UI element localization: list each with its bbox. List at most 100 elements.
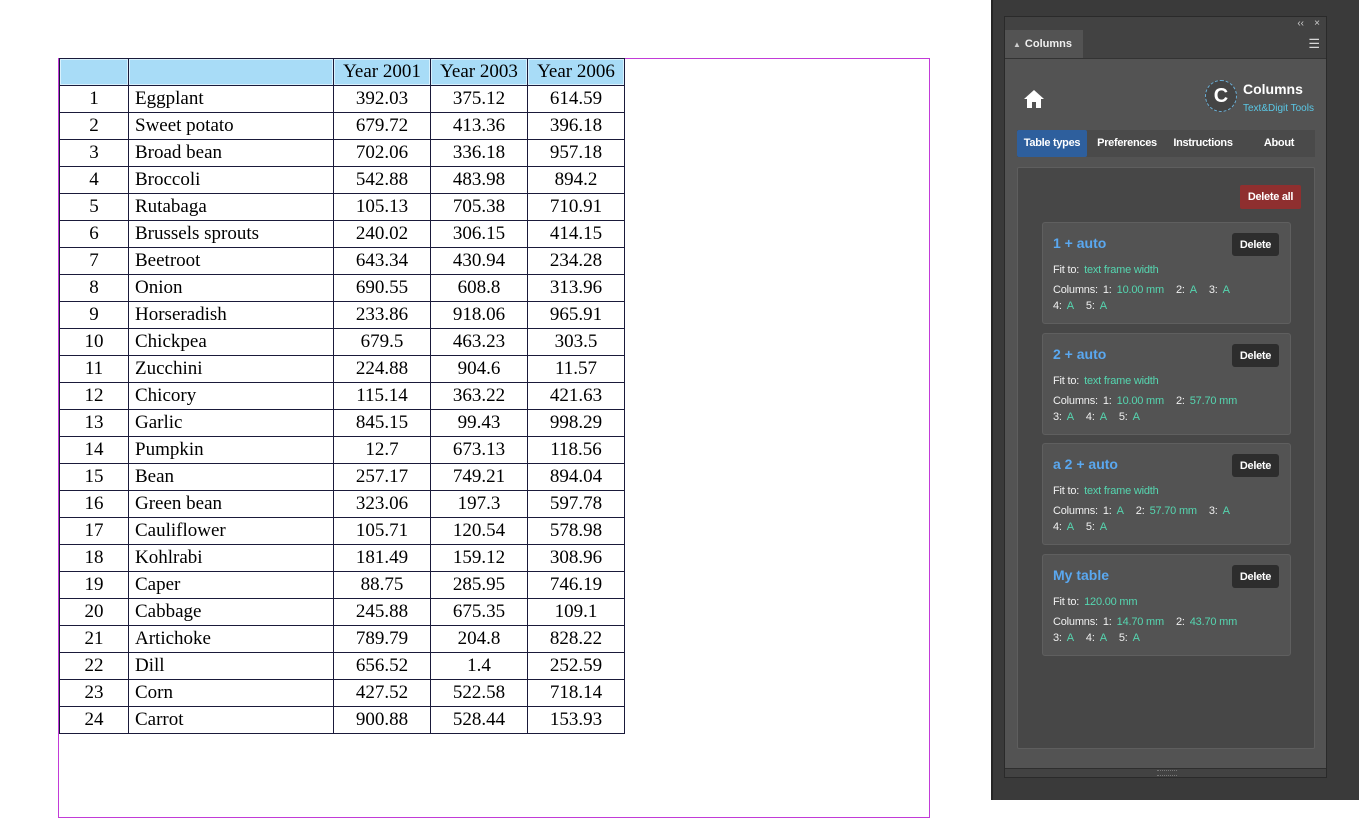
year-2001-cell[interactable]: 690.55: [333, 274, 431, 302]
year-2006-cell[interactable]: 597.78: [527, 490, 625, 518]
row-number-cell[interactable]: 12: [59, 382, 129, 410]
header-cell-year-2001[interactable]: Year 2001: [333, 58, 431, 86]
row-number-cell[interactable]: 15: [59, 463, 129, 491]
row-number-cell[interactable]: 19: [59, 571, 129, 599]
delete-button[interactable]: Delete: [1232, 344, 1279, 367]
delete-button[interactable]: Delete: [1232, 233, 1279, 256]
delete-button[interactable]: Delete: [1232, 454, 1279, 477]
year-2003-cell[interactable]: 528.44: [430, 706, 528, 734]
row-number-cell[interactable]: 18: [59, 544, 129, 572]
panel-resize-grip[interactable]: [1005, 768, 1326, 777]
vegetable-name-cell[interactable]: Broccoli: [128, 166, 334, 194]
year-2001-cell[interactable]: 789.79: [333, 625, 431, 653]
panel-menu-icon[interactable]: ☰: [1308, 37, 1320, 50]
year-2006-cell[interactable]: 957.18: [527, 139, 625, 167]
table-type-title[interactable]: 1 + auto: [1053, 235, 1106, 251]
home-icon[interactable]: [1023, 89, 1045, 109]
vegetable-name-cell[interactable]: Eggplant: [128, 85, 334, 113]
year-2001-cell[interactable]: 702.06: [333, 139, 431, 167]
tab-instructions[interactable]: Instructions: [1167, 130, 1239, 157]
vegetable-name-cell[interactable]: Garlic: [128, 409, 334, 437]
year-2003-cell[interactable]: 375.12: [430, 85, 528, 113]
year-2006-cell[interactable]: 828.22: [527, 625, 625, 653]
year-2003-cell[interactable]: 197.3: [430, 490, 528, 518]
year-2001-cell[interactable]: 105.13: [333, 193, 431, 221]
vegetable-name-cell[interactable]: Cauliflower: [128, 517, 334, 545]
year-2006-cell[interactable]: 965.91: [527, 301, 625, 329]
year-2006-cell[interactable]: 153.93: [527, 706, 625, 734]
header-cell-year-2003[interactable]: Year 2003: [430, 58, 528, 86]
data-table[interactable]: Year 2001 Year 2003 Year 2006 1 Eggplant 3…: [59, 58, 625, 734]
tab-preferences[interactable]: Preferences: [1089, 130, 1165, 157]
vegetable-name-cell[interactable]: Bean: [128, 463, 334, 491]
year-2006-cell[interactable]: 894.2: [527, 166, 625, 194]
year-2006-cell[interactable]: 746.19: [527, 571, 625, 599]
header-cell[interactable]: [59, 58, 129, 86]
vegetable-name-cell[interactable]: Zucchini: [128, 355, 334, 383]
year-2001-cell[interactable]: 679.5: [333, 328, 431, 356]
vegetable-name-cell[interactable]: Corn: [128, 679, 334, 707]
year-2003-cell[interactable]: 673.13: [430, 436, 528, 464]
row-number-cell[interactable]: 1: [59, 85, 129, 113]
year-2003-cell[interactable]: 204.8: [430, 625, 528, 653]
row-number-cell[interactable]: 8: [59, 274, 129, 302]
row-number-cell[interactable]: 24: [59, 706, 129, 734]
vegetable-name-cell[interactable]: Green bean: [128, 490, 334, 518]
panel-tab-columns[interactable]: ▲︎ Columns: [1005, 30, 1083, 58]
year-2001-cell[interactable]: 643.34: [333, 247, 431, 275]
year-2003-cell[interactable]: 749.21: [430, 463, 528, 491]
year-2001-cell[interactable]: 427.52: [333, 679, 431, 707]
table-type-title[interactable]: 2 + auto: [1053, 346, 1106, 362]
year-2003-cell[interactable]: 522.58: [430, 679, 528, 707]
year-2003-cell[interactable]: 675.35: [430, 598, 528, 626]
year-2006-cell[interactable]: 710.91: [527, 193, 625, 221]
year-2001-cell[interactable]: 900.88: [333, 706, 431, 734]
year-2003-cell[interactable]: 336.18: [430, 139, 528, 167]
year-2003-cell[interactable]: 1.4: [430, 652, 528, 680]
header-cell-year-2006[interactable]: Year 2006: [527, 58, 625, 86]
year-2001-cell[interactable]: 392.03: [333, 85, 431, 113]
year-2001-cell[interactable]: 679.72: [333, 112, 431, 140]
row-number-cell[interactable]: 22: [59, 652, 129, 680]
close-icon[interactable]: ×: [1314, 17, 1320, 30]
year-2001-cell[interactable]: 245.88: [333, 598, 431, 626]
year-2006-cell[interactable]: 234.28: [527, 247, 625, 275]
vegetable-name-cell[interactable]: Broad bean: [128, 139, 334, 167]
year-2003-cell[interactable]: 120.54: [430, 517, 528, 545]
vegetable-name-cell[interactable]: Cabbage: [128, 598, 334, 626]
year-2003-cell[interactable]: 306.15: [430, 220, 528, 248]
year-2003-cell[interactable]: 463.23: [430, 328, 528, 356]
vegetable-name-cell[interactable]: Brussels sprouts: [128, 220, 334, 248]
vegetable-name-cell[interactable]: Rutabaga: [128, 193, 334, 221]
year-2001-cell[interactable]: 257.17: [333, 463, 431, 491]
year-2001-cell[interactable]: 845.15: [333, 409, 431, 437]
year-2003-cell[interactable]: 904.6: [430, 355, 528, 383]
year-2006-cell[interactable]: 614.59: [527, 85, 625, 113]
year-2006-cell[interactable]: 414.15: [527, 220, 625, 248]
year-2006-cell[interactable]: 578.98: [527, 517, 625, 545]
table-type-title[interactable]: a 2 + auto: [1053, 456, 1118, 472]
vegetable-name-cell[interactable]: Chicory: [128, 382, 334, 410]
vegetable-name-cell[interactable]: Kohlrabi: [128, 544, 334, 572]
vegetable-name-cell[interactable]: Beetroot: [128, 247, 334, 275]
row-number-cell[interactable]: 21: [59, 625, 129, 653]
year-2006-cell[interactable]: 252.59: [527, 652, 625, 680]
year-2003-cell[interactable]: 99.43: [430, 409, 528, 437]
year-2003-cell[interactable]: 159.12: [430, 544, 528, 572]
collapse-icon[interactable]: ‹‹: [1297, 17, 1304, 30]
tab-table-types[interactable]: Table types: [1017, 130, 1087, 157]
year-2001-cell[interactable]: 233.86: [333, 301, 431, 329]
year-2006-cell[interactable]: 421.63: [527, 382, 625, 410]
year-2006-cell[interactable]: 11.57: [527, 355, 625, 383]
year-2001-cell[interactable]: 105.71: [333, 517, 431, 545]
year-2003-cell[interactable]: 413.36: [430, 112, 528, 140]
row-number-cell[interactable]: 11: [59, 355, 129, 383]
year-2006-cell[interactable]: 308.96: [527, 544, 625, 572]
row-number-cell[interactable]: 3: [59, 139, 129, 167]
year-2003-cell[interactable]: 608.8: [430, 274, 528, 302]
year-2006-cell[interactable]: 109.1: [527, 598, 625, 626]
delete-all-button[interactable]: Delete all: [1240, 185, 1301, 209]
year-2001-cell[interactable]: 542.88: [333, 166, 431, 194]
vegetable-name-cell[interactable]: Pumpkin: [128, 436, 334, 464]
row-number-cell[interactable]: 20: [59, 598, 129, 626]
